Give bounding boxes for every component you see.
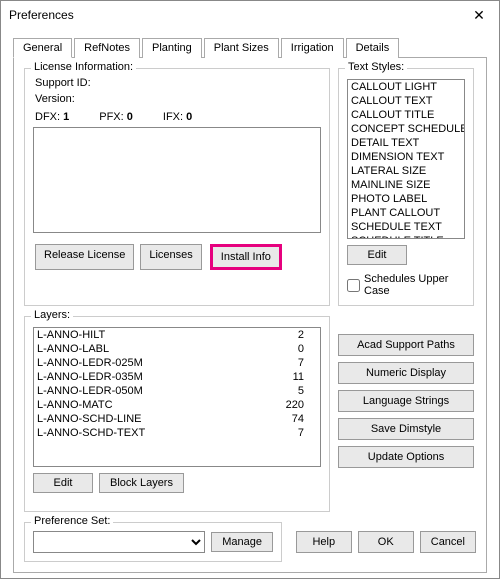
tab-plant-sizes[interactable]: Plant Sizes: [204, 38, 279, 58]
numeric-display-button[interactable]: Numeric Display: [338, 362, 474, 384]
list-item[interactable]: L-ANNO-LABL0: [34, 342, 320, 356]
version-label: Version:: [35, 93, 75, 105]
content-area: General RefNotes Planting Plant Sizes Ir…: [1, 29, 499, 583]
ifx-metric: IFX: 0: [163, 111, 192, 123]
right-buttons-column: Acad Support Paths Numeric Display Langu…: [338, 334, 474, 512]
list-item[interactable]: L-ANNO-SCHD-LINE74: [34, 412, 320, 426]
pfx-metric: PFX: 0: [99, 111, 133, 123]
titlebar: Preferences ✕: [1, 1, 499, 29]
ok-button[interactable]: OK: [358, 531, 414, 553]
list-item[interactable]: L-ANNO-SCHD-TEXT7: [34, 426, 320, 440]
list-item[interactable]: SCHEDULE TEXT: [348, 220, 464, 234]
tab-general[interactable]: General: [13, 38, 72, 58]
text-styles-group-title: Text Styles:: [345, 61, 407, 73]
list-item[interactable]: CALLOUT TEXT: [348, 94, 464, 108]
licenses-button[interactable]: Licenses: [140, 244, 201, 270]
layers-group-title: Layers:: [31, 309, 73, 321]
manage-button[interactable]: Manage: [211, 532, 273, 552]
layers-group: Layers: L-ANNO-HILT2 L-ANNO-LABL0 L-ANNO…: [24, 316, 330, 512]
preferences-window: Preferences ✕ General RefNotes Planting …: [0, 0, 500, 579]
list-item[interactable]: CONCEPT SCHEDULE TEXT: [348, 122, 464, 136]
tab-bar: General RefNotes Planting Plant Sizes Ir…: [13, 37, 487, 58]
close-button[interactable]: ✕: [459, 1, 499, 29]
save-dimstyle-button[interactable]: Save Dimstyle: [338, 418, 474, 440]
acad-support-paths-button[interactable]: Acad Support Paths: [338, 334, 474, 356]
release-license-button[interactable]: Release License: [35, 244, 134, 270]
list-item[interactable]: L-ANNO-LEDR-050M5: [34, 384, 320, 398]
dialog-buttons: Help OK Cancel: [296, 531, 476, 553]
license-group: License Information: Support ID: Version…: [24, 68, 330, 306]
close-icon: ✕: [473, 7, 485, 24]
license-textarea[interactable]: [33, 127, 321, 233]
license-metrics: DFX: 1 PFX: 0 IFX: 0: [33, 111, 321, 123]
footer-row: Preference Set: Manage Help OK Cancel: [24, 522, 476, 562]
tab-details[interactable]: Details: [346, 38, 400, 58]
layers-listbox[interactable]: L-ANNO-HILT2 L-ANNO-LABL0 L-ANNO-LEDR-02…: [33, 327, 321, 467]
language-strings-button[interactable]: Language Strings: [338, 390, 474, 412]
list-item[interactable]: LATERAL SIZE: [348, 164, 464, 178]
install-info-button[interactable]: Install Info: [210, 244, 282, 270]
list-item[interactable]: CALLOUT LIGHT: [348, 80, 464, 94]
window-title: Preferences: [9, 8, 74, 22]
list-item[interactable]: CALLOUT TITLE: [348, 108, 464, 122]
list-item[interactable]: SCHEDULE TITLE: [348, 234, 464, 239]
list-item[interactable]: PHOTO LABEL: [348, 192, 464, 206]
support-id-label: Support ID:: [35, 77, 91, 89]
help-button[interactable]: Help: [296, 531, 352, 553]
license-group-title: License Information:: [31, 61, 136, 73]
list-item[interactable]: L-ANNO-HILT2: [34, 328, 320, 342]
cancel-button[interactable]: Cancel: [420, 531, 476, 553]
license-buttons-row: Release License Licenses Install Info: [33, 244, 321, 270]
tab-refnotes[interactable]: RefNotes: [74, 38, 140, 58]
schedules-upper-case-input[interactable]: [347, 279, 360, 292]
schedules-upper-case-label: Schedules Upper Case: [364, 273, 465, 297]
tab-irrigation[interactable]: Irrigation: [281, 38, 344, 58]
text-styles-edit-button[interactable]: Edit: [347, 245, 407, 265]
preference-set-select[interactable]: [33, 531, 205, 553]
schedules-upper-case-checkbox[interactable]: Schedules Upper Case: [347, 273, 465, 297]
layers-edit-button[interactable]: Edit: [33, 473, 93, 493]
text-styles-group: Text Styles: CALLOUT LIGHT CALLOUT TEXT …: [338, 68, 474, 306]
list-item[interactable]: L-ANNO-LEDR-025M7: [34, 356, 320, 370]
tab-planting[interactable]: Planting: [142, 38, 202, 58]
preference-set-group-title: Preference Set:: [31, 515, 113, 527]
list-item[interactable]: PLANT CALLOUT: [348, 206, 464, 220]
list-item[interactable]: DETAIL TEXT: [348, 136, 464, 150]
block-layers-button[interactable]: Block Layers: [99, 473, 184, 493]
preference-set-group: Preference Set: Manage: [24, 522, 282, 562]
update-options-button[interactable]: Update Options: [338, 446, 474, 468]
text-styles-listbox[interactable]: CALLOUT LIGHT CALLOUT TEXT CALLOUT TITLE…: [347, 79, 465, 239]
list-item[interactable]: L-ANNO-LEDR-035M11: [34, 370, 320, 384]
middle-row: Layers: L-ANNO-HILT2 L-ANNO-LABL0 L-ANNO…: [24, 316, 476, 512]
dfx-metric: DFX: 1: [35, 111, 69, 123]
list-item[interactable]: DIMENSION TEXT: [348, 150, 464, 164]
tab-page-general: License Information: Support ID: Version…: [13, 58, 487, 573]
list-item[interactable]: MAINLINE SIZE: [348, 178, 464, 192]
list-item[interactable]: L-ANNO-MATC220: [34, 398, 320, 412]
top-row: License Information: Support ID: Version…: [24, 68, 476, 306]
